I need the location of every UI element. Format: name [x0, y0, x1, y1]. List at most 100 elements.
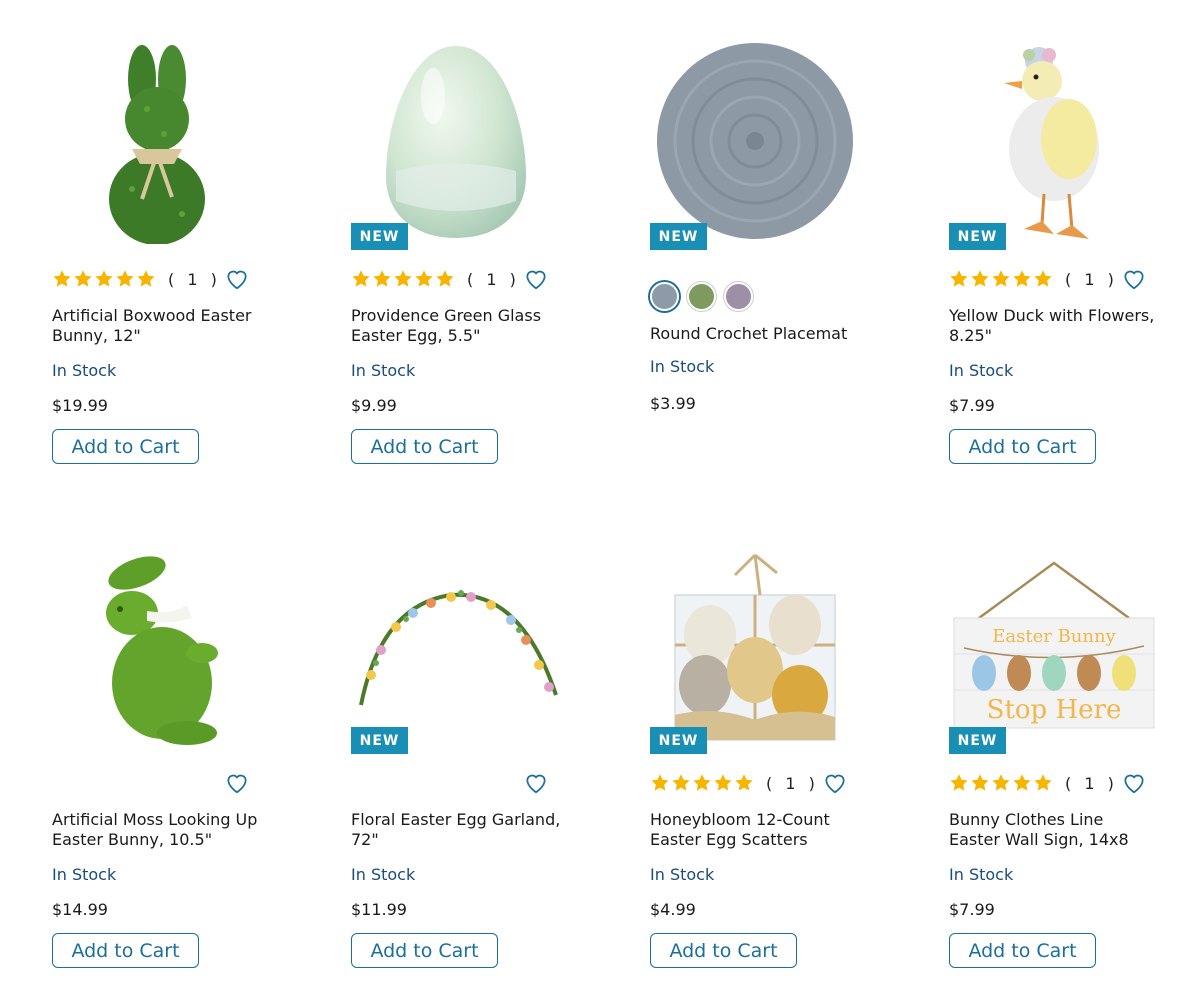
star-icon: [651, 774, 669, 791]
product-card: NEW Round Crochet Placemat In Stock $3.9…: [650, 30, 900, 490]
rating-count[interactable]: ( 1 ): [168, 270, 221, 289]
wishlist-heart-icon[interactable]: [224, 770, 250, 796]
glass-egg-image[interactable]: [351, 30, 561, 252]
star-icon: [53, 270, 71, 287]
product-price: $3.99: [650, 394, 696, 413]
stock-status: In Stock: [650, 357, 715, 376]
new-badge: NEW: [351, 727, 408, 754]
star-icon: [436, 270, 454, 287]
product-name[interactable]: Artificial Boxwood Easter Bunny, 12": [52, 306, 262, 346]
moss-bunny-image[interactable]: [52, 534, 262, 756]
product-name[interactable]: Providence Green Glass Easter Egg, 5.5": [351, 306, 561, 346]
add-to-cart-button[interactable]: Add to Cart: [351, 933, 498, 968]
color-swatch-purple[interactable]: [724, 282, 753, 311]
product-name[interactable]: Artificial Moss Looking Up Easter Bunny,…: [52, 810, 262, 850]
rating-count[interactable]: ( 1 ): [467, 270, 520, 289]
new-badge: NEW: [351, 223, 408, 250]
wishlist-heart-icon[interactable]: [224, 266, 250, 292]
star-icon: [672, 774, 690, 791]
wishlist-heart-icon[interactable]: [523, 770, 549, 796]
rating: ( 1 ): [650, 770, 819, 796]
product-card: ( 1 ) Artificial Boxwood Easter Bunny, 1…: [52, 30, 302, 490]
star-icon: [352, 270, 370, 287]
star-icon: [735, 774, 753, 791]
product-card: NEW Floral Easter Egg Garland, 72" In St…: [351, 534, 601, 994]
stock-status: In Stock: [52, 865, 117, 884]
wishlist-heart-icon[interactable]: [1121, 266, 1147, 292]
product-name[interactable]: Yellow Duck with Flowers, 8.25": [949, 306, 1159, 346]
crochet-placemat-image[interactable]: [650, 30, 860, 252]
stock-status: In Stock: [949, 361, 1014, 380]
star-rating: [52, 269, 156, 289]
rating-count[interactable]: ( 1 ): [766, 774, 819, 793]
rating: ( 1 ): [949, 770, 1118, 796]
rating-count[interactable]: ( 1 ): [1065, 774, 1118, 793]
color-swatches: [650, 282, 753, 311]
add-to-cart-button[interactable]: Add to Cart: [52, 933, 199, 968]
rating-count[interactable]: ( 1 ): [1065, 270, 1118, 289]
new-badge: NEW: [949, 727, 1006, 754]
product-card: NEW ( 1 ) Honeybloom 12-Count Easter Egg…: [650, 534, 900, 994]
new-badge: NEW: [650, 727, 707, 754]
stock-status: In Stock: [650, 865, 715, 884]
star-icon: [992, 774, 1010, 791]
product-name[interactable]: Round Crochet Placemat: [650, 324, 860, 344]
star-icon: [74, 270, 92, 287]
new-badge: NEW: [949, 223, 1006, 250]
stock-status: In Stock: [351, 865, 416, 884]
star-icon: [950, 774, 968, 791]
add-to-cart-button[interactable]: Add to Cart: [650, 933, 797, 968]
wishlist-heart-icon[interactable]: [822, 770, 848, 796]
add-to-cart-button[interactable]: Add to Cart: [351, 429, 498, 464]
yellow-duck-image[interactable]: [949, 30, 1159, 252]
add-to-cart-button[interactable]: Add to Cart: [949, 429, 1096, 464]
star-icon: [971, 270, 989, 287]
product-name[interactable]: Floral Easter Egg Garland, 72": [351, 810, 561, 850]
product-price: $7.99: [949, 900, 995, 919]
star-icon: [693, 774, 711, 791]
star-icon: [971, 774, 989, 791]
star-icon: [415, 270, 433, 287]
egg-scatters-image[interactable]: [650, 534, 860, 756]
color-swatch-green[interactable]: [687, 282, 716, 311]
product-price: $11.99: [351, 900, 407, 919]
star-icon: [1034, 774, 1052, 791]
star-icon: [116, 270, 134, 287]
star-icon: [1013, 774, 1031, 791]
star-rating: [650, 773, 754, 793]
rating: ( 1 ): [949, 266, 1118, 292]
stock-status: In Stock: [949, 865, 1014, 884]
wishlist-heart-icon[interactable]: [1121, 770, 1147, 796]
color-swatch-blue-gray[interactable]: [650, 282, 679, 311]
sign-top-text: Easter Bunny: [992, 626, 1116, 647]
boxwood-bunny-image[interactable]: [52, 30, 262, 252]
product-name[interactable]: Bunny Clothes Line Easter Wall Sign, 14x…: [949, 810, 1159, 850]
product-price: $19.99: [52, 396, 108, 415]
wall-sign-image[interactable]: Easter Bunny Stop Here: [949, 534, 1159, 756]
star-icon: [137, 270, 155, 287]
star-icon: [394, 270, 412, 287]
wishlist-heart-icon[interactable]: [523, 266, 549, 292]
add-to-cart-button[interactable]: Add to Cart: [949, 933, 1096, 968]
product-name[interactable]: Honeybloom 12-Count Easter Egg Scatters: [650, 810, 860, 850]
sign-bottom-text: Stop Here: [987, 695, 1122, 725]
star-icon: [1034, 270, 1052, 287]
star-rating: [949, 773, 1053, 793]
product-price: $7.99: [949, 396, 995, 415]
rating: ( 1 ): [351, 266, 520, 292]
add-to-cart-button[interactable]: Add to Cart: [52, 429, 199, 464]
stock-status: In Stock: [351, 361, 416, 380]
product-card: Artificial Moss Looking Up Easter Bunny,…: [52, 534, 302, 994]
star-rating: [949, 269, 1053, 289]
star-icon: [992, 270, 1010, 287]
star-icon: [714, 774, 732, 791]
star-icon: [373, 270, 391, 287]
star-icon: [95, 270, 113, 287]
star-icon: [1013, 270, 1031, 287]
rating: ( 1 ): [52, 266, 221, 292]
product-card: Easter Bunny Stop Here NEW ( 1 ) Bunny C…: [949, 534, 1199, 994]
product-price: $9.99: [351, 396, 397, 415]
product-price: $4.99: [650, 900, 696, 919]
floral-garland-image[interactable]: [351, 534, 561, 756]
star-rating: [351, 269, 455, 289]
